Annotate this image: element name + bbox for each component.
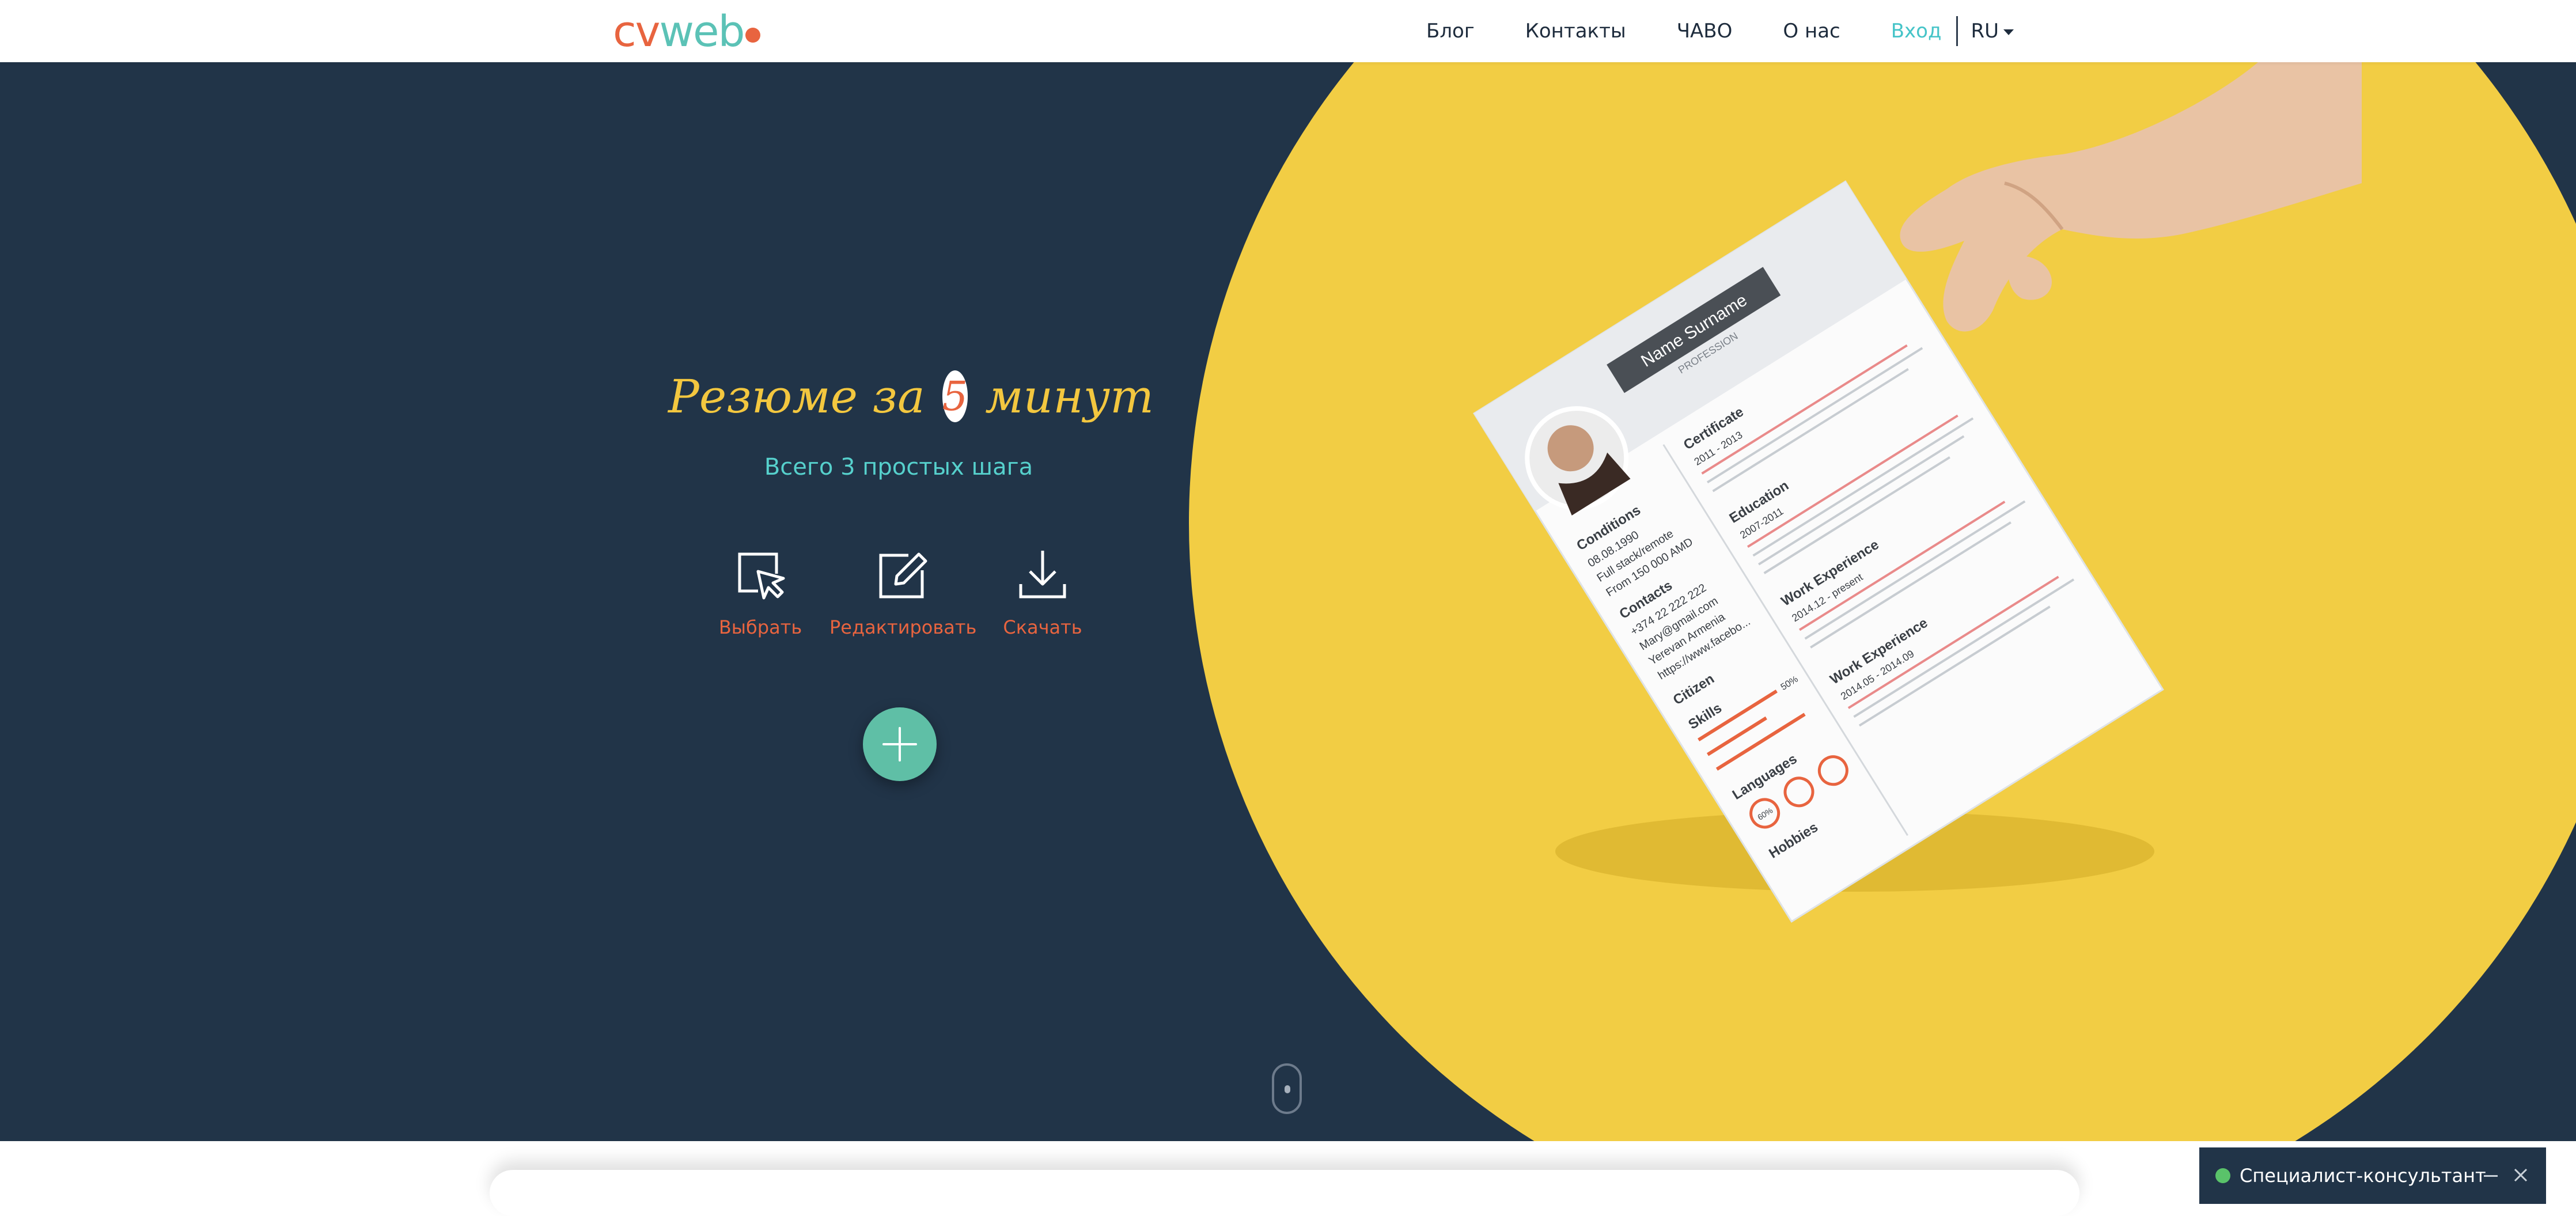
hand-thumb — [2008, 256, 2052, 300]
next-section-strip — [0, 1141, 2576, 1204]
next-section-card — [490, 1170, 2079, 1216]
step-edit-label: Редактировать — [829, 616, 977, 638]
logo-dot — [745, 28, 760, 43]
edit-icon — [879, 552, 927, 598]
hero-subtitle: Всего 3 простых шага — [764, 454, 1033, 480]
hero-section: Name Surname PROFESSION Conditions 08.08… — [0, 62, 2576, 1141]
logo-cv: cv — [613, 7, 660, 56]
hand-arm — [1900, 62, 2362, 332]
scroll-mouse-icon — [1285, 1085, 1290, 1093]
download-icon — [1019, 551, 1066, 598]
consultant-label: Специалист-консультант — [2240, 1165, 2486, 1187]
nav-about[interactable]: О нас — [1783, 20, 1840, 43]
step-download-label: Скачать — [1003, 616, 1082, 638]
logo-eb: eb — [693, 7, 745, 56]
step-download[interactable]: Скачать — [997, 546, 1089, 638]
cvweb-logo[interactable]: cv w eb — [613, 6, 760, 58]
resume-illustration: Name Surname PROFESSION Conditions 08.08… — [1473, 62, 2362, 923]
site-header: cv w eb Блог Контакты ЧАВО О нас Вход RU — [0, 0, 2576, 62]
create-resume-button[interactable] — [863, 707, 937, 781]
consultant-chat-widget[interactable]: Специалист-консультант — [2199, 1147, 2546, 1204]
nav-faq[interactable]: ЧАВО — [1677, 20, 1733, 43]
step-select[interactable]: Выбрать — [711, 546, 809, 638]
hero-title: Резюме за 5 минут — [668, 362, 1154, 431]
main-nav: Блог Контакты ЧАВО О нас Вход RU — [1426, 0, 2014, 62]
minimize-icon[interactable] — [2484, 1175, 2498, 1177]
language-label: RU — [1971, 20, 1999, 43]
close-icon[interactable] — [2510, 1165, 2531, 1185]
hero-title-before: Резюме за — [668, 369, 925, 423]
hero-title-number: 5 — [942, 370, 968, 422]
step-select-label: Выбрать — [718, 616, 802, 638]
resume-paper: Name Surname PROFESSION Conditions 08.08… — [1473, 180, 2164, 923]
logo-w: w — [659, 7, 694, 56]
language-selector[interactable]: RU — [1971, 20, 2014, 43]
nav-separator — [1956, 16, 1958, 46]
caret-down-icon — [2003, 29, 2014, 35]
step-edit[interactable]: Редактировать — [829, 546, 977, 638]
nav-login[interactable]: Вход — [1891, 20, 1942, 43]
cursor-select-icon — [738, 552, 785, 600]
online-status-icon — [2215, 1168, 2230, 1183]
scroll-down-indicator[interactable] — [1272, 1063, 1302, 1114]
nav-contacts[interactable]: Контакты — [1525, 20, 1626, 43]
hero-title-after: минут — [985, 369, 1154, 423]
nav-blog[interactable]: Блог — [1426, 20, 1475, 43]
